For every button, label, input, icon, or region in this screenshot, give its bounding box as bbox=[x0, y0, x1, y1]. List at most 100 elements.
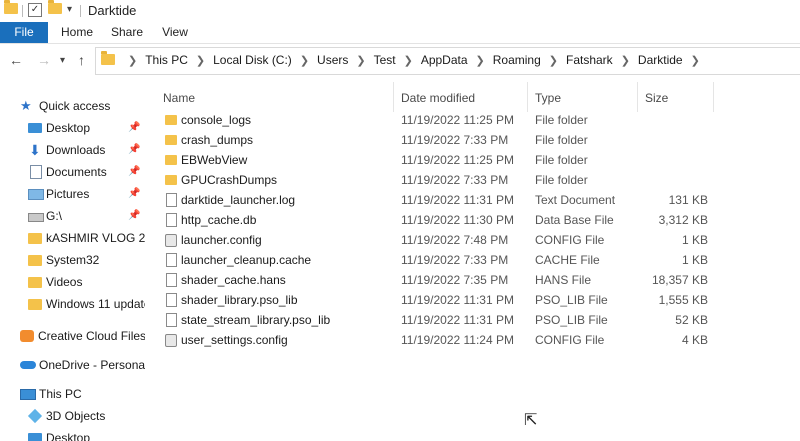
chevron-right-icon[interactable]: ❯ bbox=[356, 54, 365, 67]
divider bbox=[80, 5, 81, 17]
file-row[interactable]: shader_library.pso_lib 11/19/2022 11:31 P… bbox=[163, 290, 723, 310]
new-folder-icon[interactable] bbox=[48, 0, 62, 14]
pin-icon[interactable]: 📌 bbox=[128, 206, 140, 226]
chevron-right-icon[interactable]: ❯ bbox=[300, 54, 309, 67]
file-size: 1 KB bbox=[681, 253, 708, 267]
file-type: File folder bbox=[535, 153, 588, 167]
nav-onedrive[interactable]: OneDrive - Personal bbox=[20, 355, 145, 375]
pin-icon[interactable]: 📌 bbox=[128, 140, 140, 160]
file-row[interactable]: crash_dumps 11/19/2022 7:33 PM File folder bbox=[163, 130, 723, 150]
breadcrumb-darktide[interactable]: Darktide bbox=[638, 53, 683, 67]
file-name: user_settings.config bbox=[181, 333, 288, 347]
file-type: Text Document bbox=[535, 193, 616, 207]
nav-creative-cloud[interactable]: Creative Cloud Files bbox=[20, 326, 145, 346]
column-header-type[interactable]: Type bbox=[535, 91, 561, 105]
breadcrumb-users[interactable]: Users bbox=[317, 53, 348, 67]
tab-file[interactable]: File bbox=[0, 22, 48, 43]
star-icon: ★ bbox=[20, 98, 32, 113]
chevron-right-icon[interactable]: ❯ bbox=[196, 54, 205, 67]
nav-label: Desktop bbox=[46, 121, 91, 135]
nav-item-windows-11-update[interactable]: Windows 11 update bbox=[28, 294, 145, 314]
nav-item-g-drive[interactable]: G:\ 📌 bbox=[28, 206, 145, 226]
nav-item-videos[interactable]: Videos bbox=[28, 272, 145, 292]
properties-check-icon[interactable]: ✓ bbox=[28, 3, 42, 17]
forward-arrow-icon[interactable]: → bbox=[37, 52, 51, 68]
folder-icon bbox=[165, 115, 177, 125]
file-name: state_stream_library.pso_lib bbox=[181, 313, 331, 327]
nav-label: Pictures bbox=[46, 187, 90, 201]
breadcrumb-fatshark[interactable]: Fatshark bbox=[566, 53, 613, 67]
up-arrow-icon[interactable]: ↑ bbox=[78, 52, 85, 68]
file-row[interactable]: state_stream_library.pso_lib 11/19/2022 1… bbox=[163, 310, 723, 330]
chevron-right-icon[interactable]: ❯ bbox=[404, 54, 413, 67]
folder-icon bbox=[165, 135, 177, 145]
folder-icon bbox=[28, 255, 42, 266]
column-divider[interactable] bbox=[393, 82, 394, 112]
chevron-right-icon[interactable]: ❯ bbox=[621, 54, 630, 67]
document-icon bbox=[166, 313, 177, 327]
ribbon: File Home Share View bbox=[0, 22, 800, 44]
file-row[interactable]: darktide_launcher.log 11/19/2022 11:31 PM… bbox=[163, 190, 723, 210]
breadcrumb-roaming[interactable]: Roaming bbox=[493, 53, 541, 67]
nav-label: OneDrive - Personal bbox=[39, 358, 145, 372]
pin-icon[interactable]: 📌 bbox=[128, 162, 140, 182]
recent-locations-chevron-icon[interactable]: ▾ bbox=[60, 55, 65, 66]
column-header-date[interactable]: Date modified bbox=[401, 91, 475, 105]
column-header-size[interactable]: Size bbox=[645, 91, 668, 105]
chevron-right-icon[interactable]: ❯ bbox=[476, 54, 485, 67]
nav-item-kashmir-vlog[interactable]: kASHMIR VLOG 2 bbox=[28, 228, 145, 248]
file-row[interactable]: GPUCrashDumps 11/19/2022 7:33 PM File fold… bbox=[163, 170, 723, 190]
customize-toolbar-icon[interactable]: ▾ bbox=[67, 4, 72, 15]
file-row[interactable]: EBWebView 11/19/2022 11:25 PM File folder bbox=[163, 150, 723, 170]
column-header-name[interactable]: Name bbox=[163, 91, 195, 105]
chevron-right-icon[interactable]: ❯ bbox=[128, 54, 137, 67]
chevron-right-icon[interactable]: ❯ bbox=[549, 54, 558, 67]
breadcrumb-test[interactable]: Test bbox=[374, 53, 396, 67]
file-size: 18,357 KB bbox=[651, 273, 708, 287]
breadcrumb-appdata[interactable]: AppData bbox=[421, 53, 468, 67]
nav-item-system32[interactable]: System32 bbox=[28, 250, 145, 270]
column-divider[interactable] bbox=[527, 82, 528, 112]
document-icon bbox=[166, 293, 177, 307]
file-row[interactable]: launcher.config 11/19/2022 7:48 PM CONFIG … bbox=[163, 230, 723, 250]
file-row[interactable]: console_logs 11/19/2022 11:25 PM File fold… bbox=[163, 110, 723, 130]
file-name: shader_library.pso_lib bbox=[181, 293, 298, 307]
tab-view[interactable]: View bbox=[158, 22, 192, 43]
pin-icon[interactable]: 📌 bbox=[128, 184, 140, 204]
file-row[interactable]: launcher_cleanup.cache 11/19/2022 7:33 PM… bbox=[163, 250, 723, 270]
breadcrumb-this-pc[interactable]: This PC bbox=[145, 53, 188, 67]
file-type: PSO_LIB File bbox=[535, 313, 608, 327]
nav-quick-access[interactable]: ★ Quick access bbox=[20, 96, 145, 116]
tab-share[interactable]: Share bbox=[108, 22, 146, 43]
nav-item-documents[interactable]: Documents 📌 bbox=[28, 162, 145, 182]
nav-this-pc[interactable]: This PC bbox=[20, 384, 145, 404]
nav-item-pictures[interactable]: Pictures 📌 bbox=[28, 184, 145, 204]
file-date-modified: 11/19/2022 7:48 PM bbox=[401, 233, 509, 247]
creative-cloud-icon bbox=[20, 330, 34, 342]
file-row[interactable]: user_settings.config 11/19/2022 11:24 PM C… bbox=[163, 330, 723, 350]
breadcrumb-local-disk[interactable]: Local Disk (C:) bbox=[213, 53, 292, 67]
pin-icon[interactable]: 📌 bbox=[128, 118, 140, 138]
window-title: Darktide bbox=[88, 3, 137, 18]
file-date-modified: 11/19/2022 7:33 PM bbox=[401, 173, 509, 187]
file-row[interactable]: shader_cache.hans 11/19/2022 7:35 PM HANS … bbox=[163, 270, 723, 290]
column-divider[interactable] bbox=[713, 82, 714, 112]
column-divider[interactable] bbox=[637, 82, 638, 112]
chevron-right-icon[interactable]: ❯ bbox=[691, 54, 700, 67]
tab-home[interactable]: Home bbox=[58, 22, 96, 43]
back-arrow-icon[interactable]: ← bbox=[9, 52, 23, 68]
folder-icon bbox=[101, 51, 115, 65]
nav-label: Documents bbox=[46, 165, 107, 179]
document-icon bbox=[166, 193, 177, 207]
file-type: Data Base File bbox=[535, 213, 614, 227]
file-name: darktide_launcher.log bbox=[181, 193, 296, 207]
folder-icon bbox=[28, 277, 42, 288]
file-row[interactable]: http_cache.db 11/19/2022 11:30 PM Data Bas… bbox=[163, 210, 723, 230]
nav-item-3d-objects[interactable]: 3D Objects bbox=[27, 406, 145, 426]
nav-item-desktop[interactable]: Desktop 📌 bbox=[28, 118, 145, 138]
file-type: CONFIG File bbox=[535, 333, 605, 347]
nav-item-pc-desktop[interactable]: Desktop bbox=[28, 428, 145, 441]
desktop-icon bbox=[28, 433, 42, 441]
file-type: File folder bbox=[535, 173, 588, 187]
nav-item-downloads[interactable]: ⬇ Downloads 📌 bbox=[28, 140, 145, 160]
